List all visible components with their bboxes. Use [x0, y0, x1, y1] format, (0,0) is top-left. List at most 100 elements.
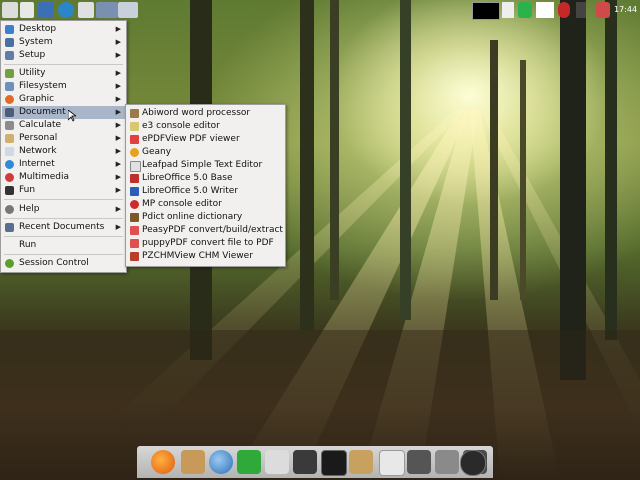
menu-item-label: Recent Documents [19, 222, 105, 232]
leafpad-icon [130, 161, 141, 172]
main-menu: Desktop ▶ System ▶ Setup ▶ Utility ▶ Fil… [0, 20, 127, 273]
package-manager-icon[interactable] [349, 450, 373, 474]
menu-item-label: Utility [19, 68, 46, 78]
submenu-item-label: PZCHMView CHM Viewer [142, 251, 253, 261]
submenu-item-label: Geany [142, 147, 172, 157]
spreadsheet-icon[interactable] [237, 450, 261, 474]
files-icon[interactable] [78, 2, 94, 18]
menu-item-label: Session Control [19, 258, 89, 268]
update-icon[interactable] [558, 2, 570, 18]
submenu-item-abiword[interactable]: Abiword word processor [127, 107, 284, 120]
submenu-item-leafpad[interactable]: Leafpad Simple Text Editor [127, 159, 284, 172]
submenu-arrow-icon: ▶ [115, 51, 121, 59]
menu-item-label: Filesystem [19, 81, 67, 91]
menu-separator [4, 218, 123, 219]
submenu-item-e3[interactable]: e3 console editor [127, 120, 284, 133]
menu-item-personal[interactable]: Personal ▶ [2, 132, 125, 145]
menu-item-label: Run [19, 240, 37, 250]
submenu-arrow-icon: ▶ [115, 69, 121, 77]
fun-icon [5, 186, 14, 195]
menu-item-graphic[interactable]: Graphic ▶ [2, 93, 125, 106]
menu-item-label: System [19, 37, 53, 47]
submenu-item-libreoffice-writer[interactable]: LibreOffice 5.0 Writer [127, 185, 284, 198]
text-editor-icon[interactable] [265, 450, 289, 474]
utility-icon [5, 69, 14, 78]
pdict-icon [130, 213, 139, 222]
system-icon [5, 38, 14, 47]
libreoffice-writer-icon [130, 187, 139, 196]
submenu-item-peasypdf[interactable]: PeasyPDF convert/build/extract [127, 224, 284, 237]
calculate-icon [5, 121, 14, 130]
personal-icon [5, 134, 14, 143]
menu-separator [4, 254, 123, 255]
filesystem-icon [5, 82, 14, 91]
workspace-1-icon[interactable] [96, 2, 118, 18]
menu-item-label: Desktop [19, 24, 57, 34]
menu-item-session-control[interactable]: Session Control [2, 257, 125, 270]
firefox-icon[interactable] [151, 450, 175, 474]
menu-item-recent-documents[interactable]: Recent Documents ▶ [2, 221, 125, 234]
menu-item-internet[interactable]: Internet ▶ [2, 158, 125, 171]
clock[interactable]: 17:44 [614, 5, 637, 14]
network-tray-icon[interactable] [536, 2, 554, 18]
menu-item-label: Fun [19, 185, 36, 195]
submenu-arrow-icon: ▶ [115, 108, 121, 116]
submenu-item-label: Pdict online dictionary [142, 212, 243, 222]
menu-item-label: Calculate [19, 120, 62, 130]
submenu-item-pdict[interactable]: Pdict online dictionary [127, 211, 284, 224]
edit-icon[interactable] [20, 2, 34, 18]
recent-documents-icon [5, 223, 14, 232]
power-icon[interactable] [460, 450, 486, 476]
menu-item-setup[interactable]: Setup ▶ [2, 49, 125, 62]
control-panel-icon[interactable] [435, 450, 459, 474]
home-folder-icon[interactable] [38, 2, 54, 18]
submenu-item-label: ePDFView PDF viewer [142, 134, 240, 144]
menu-item-label: Multimedia [19, 172, 70, 182]
menu-item-filesystem[interactable]: Filesystem ▶ [2, 80, 125, 93]
setup-icon [5, 51, 14, 60]
clipboard-icon[interactable] [502, 2, 514, 18]
terminal-icon[interactable] [321, 450, 347, 476]
workspace-2-icon[interactable] [118, 2, 138, 18]
tools-icon[interactable] [293, 450, 317, 474]
puppy-menu-icon[interactable] [2, 2, 18, 18]
submenu-item-label: Leafpad Simple Text Editor [142, 160, 263, 170]
menu-item-desktop[interactable]: Desktop ▶ [2, 23, 125, 36]
notes-icon[interactable] [379, 450, 405, 476]
menu-item-network[interactable]: Network ▶ [2, 145, 125, 158]
puppypdf-icon [130, 239, 139, 248]
menu-item-label: Network [19, 146, 57, 156]
submenu-item-geany[interactable]: Geany [127, 146, 284, 159]
submenu-item-epdfview[interactable]: ePDFView PDF viewer [127, 133, 284, 146]
e3-editor-icon [130, 122, 139, 131]
firewall-icon[interactable] [596, 2, 610, 18]
submenu-item-pzchmview[interactable]: PZCHMView CHM Viewer [127, 250, 284, 263]
menu-item-run[interactable]: Run [2, 239, 125, 252]
cpu-monitor-icon[interactable] [472, 2, 500, 20]
submenu-item-mp[interactable]: MP console editor [127, 198, 284, 211]
mouse-cursor-icon [68, 110, 76, 122]
menu-item-fun[interactable]: Fun ▶ [2, 184, 125, 197]
disk-mount-icon[interactable] [407, 450, 431, 474]
network-icon [5, 147, 14, 156]
menu-item-system[interactable]: System ▶ [2, 36, 125, 49]
menu-item-multimedia[interactable]: Multimedia ▶ [2, 171, 125, 184]
submenu-item-label: e3 console editor [142, 121, 220, 131]
file-manager-icon[interactable] [181, 450, 205, 474]
multimedia-icon [5, 173, 14, 182]
menu-item-help[interactable]: Help ▶ [2, 203, 125, 216]
submenu-item-libreoffice-base[interactable]: LibreOffice 5.0 Base [127, 172, 284, 185]
menu-item-calculate[interactable]: Calculate ▶ [2, 119, 125, 132]
mail-client-icon[interactable] [209, 450, 233, 474]
menu-item-utility[interactable]: Utility ▶ [2, 67, 125, 80]
submenu-item-puppypdf[interactable]: puppyPDF convert file to PDF [127, 237, 284, 250]
volume-icon[interactable] [576, 2, 586, 18]
browser-icon[interactable] [58, 2, 74, 18]
mp-editor-icon [130, 200, 139, 209]
submenu-item-label: Abiword word processor [142, 108, 251, 118]
battery-icon[interactable] [518, 2, 532, 18]
geany-icon [130, 148, 139, 157]
menu-separator [4, 64, 123, 65]
menu-item-document[interactable]: Document ▶ [2, 106, 125, 119]
submenu-arrow-icon: ▶ [115, 160, 121, 168]
